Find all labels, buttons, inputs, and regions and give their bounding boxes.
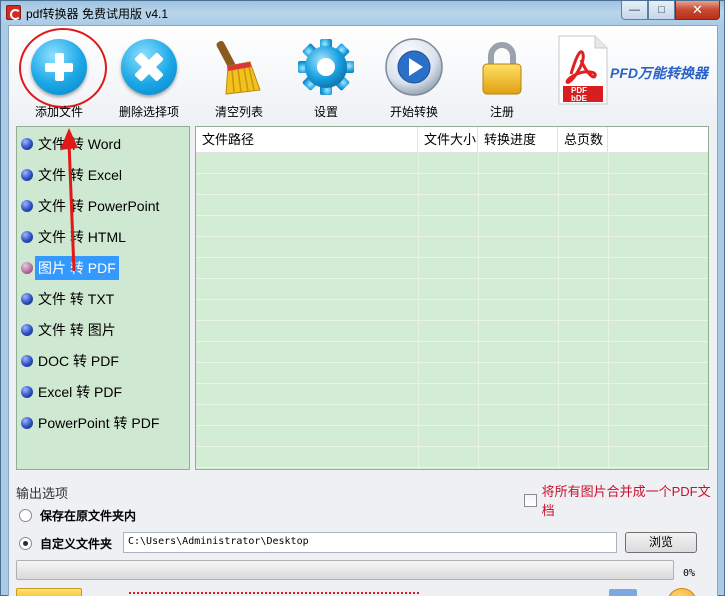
help-icon[interactable]: [667, 588, 697, 596]
bullet-icon: [21, 417, 33, 429]
app-icon: [6, 5, 21, 20]
brand-title: PFD万能转换器: [610, 65, 708, 81]
conversion-type-label: 文件 转 图片: [38, 322, 116, 338]
radio-custom-folder[interactable]: 自定义文件夹: [19, 535, 112, 552]
qq-contact-button[interactable]: [16, 588, 82, 596]
register-button[interactable]: 注册: [457, 36, 547, 122]
conversion-type-label: Excel 转 PDF: [38, 384, 123, 400]
bullet-icon: [21, 169, 33, 181]
output-path-field[interactable]: C:\Users\Administrator\Desktop: [123, 532, 617, 553]
settings-label: 设置: [313, 105, 338, 119]
conversion-type-item[interactable]: DOC 转 PDF: [21, 350, 119, 372]
bullet-icon: [21, 200, 33, 212]
start-convert-button[interactable]: 开始转换: [369, 36, 459, 122]
broom-icon: [208, 36, 270, 98]
conversion-type-item[interactable]: 文件 转 TXT: [21, 288, 114, 310]
toolbar: 添加文件 删除选择项 清空列表 设置 开始转换 注册 PDF bDE PFD万能…: [9, 26, 717, 122]
merge-checkbox-box[interactable]: [524, 493, 537, 507]
add-file-button[interactable]: 添加文件: [14, 28, 107, 122]
progress-percent: 0%: [683, 568, 696, 579]
minimize-button[interactable]: —: [621, 1, 648, 20]
start-convert-label: 开始转换: [389, 105, 438, 119]
bottom-blue-button[interactable]: [609, 589, 637, 596]
merge-images-label: 将所有图片合并成一个PDF文档: [541, 484, 711, 518]
column-header-path[interactable]: 文件路径: [196, 127, 418, 153]
gear-icon: [295, 36, 357, 98]
highlight-circle: [19, 28, 107, 108]
bullet-icon: [21, 324, 33, 336]
pdf-badge-text-2: bDE: [571, 94, 587, 103]
lock-icon: [471, 36, 533, 98]
merge-images-checkbox[interactable]: 将所有图片合并成一个PDF文档: [524, 481, 717, 519]
conversion-type-item[interactable]: PowerPoint 转 PDF: [21, 412, 159, 434]
maximize-button[interactable]: □: [648, 1, 675, 20]
bullet-icon: [21, 293, 33, 305]
app-window: pdf转换器 免费试用版 v4.1 — □ ✕ 添加文件 删除选择项 清空列表 …: [0, 0, 725, 596]
conversion-type-label: 文件 转 TXT: [38, 291, 115, 307]
add-icon: [19, 28, 107, 108]
table-header: 文件路径 文件大小 转换进度 总页数: [196, 127, 708, 153]
title-bar: pdf转换器 免费试用版 v4.1 — □ ✕: [1, 1, 724, 25]
file-table[interactable]: 文件路径 文件大小 转换进度 总页数: [195, 126, 709, 470]
column-header-progress[interactable]: 转换进度: [478, 127, 558, 153]
radio-custom-label: 自定义文件夹: [40, 537, 113, 551]
bullet-icon: [21, 231, 33, 243]
conversion-type-label: DOC 转 PDF: [38, 353, 119, 369]
radio-original-label: 保存在原文件夹内: [40, 509, 137, 523]
column-header-pages[interactable]: 总页数: [558, 127, 608, 153]
clear-list-label: 清空列表: [214, 105, 263, 119]
annotation-arrow-icon: [60, 128, 78, 272]
table-body: [196, 153, 708, 469]
conversion-type-list: 文件 转 Word 文件 转 Excel 文件 转 PowerPoint 文件 转 H…: [16, 126, 190, 470]
clear-list-button[interactable]: 清空列表: [194, 36, 284, 122]
conversion-progress-bar: [16, 560, 674, 580]
remove-icon: [118, 36, 180, 98]
bullet-icon: [21, 386, 33, 398]
remove-selected-label: 删除选择项: [118, 105, 179, 119]
settings-button[interactable]: 设置: [281, 36, 371, 122]
bottom-strip: [9, 586, 717, 596]
bullet-icon: [21, 355, 33, 367]
bullet-icon: [21, 138, 33, 150]
close-button[interactable]: ✕: [675, 1, 720, 20]
window-title: pdf转换器 免费试用版 v4.1: [26, 7, 169, 21]
radio-custom-indicator[interactable]: [19, 537, 32, 550]
output-options-title: 输出选项: [16, 486, 69, 501]
conversion-type-item[interactable]: 文件 转 PowerPoint: [21, 195, 159, 217]
browse-button[interactable]: 浏览: [625, 532, 697, 553]
radio-original-indicator[interactable]: [19, 509, 32, 522]
client-area: 添加文件 删除选择项 清空列表 设置 开始转换 注册 PDF bDE PFD万能…: [8, 25, 718, 596]
column-header-size[interactable]: 文件大小: [418, 127, 478, 153]
conversion-type-label: PowerPoint 转 PDF: [38, 415, 160, 431]
play-icon: [383, 36, 445, 98]
conversion-type-item[interactable]: Excel 转 PDF: [21, 381, 122, 403]
bullet-icon: [21, 262, 33, 274]
pdf-logo-icon: PDF bDE: [557, 34, 609, 106]
register-label: 注册: [489, 105, 514, 119]
caption-buttons: — □ ✕: [621, 1, 720, 20]
radio-original-folder[interactable]: 保存在原文件夹内: [19, 507, 136, 524]
conversion-type-item[interactable]: 文件 转 图片: [21, 319, 116, 341]
contact-info-line: [129, 592, 419, 595]
remove-selected-button[interactable]: 删除选择项: [104, 36, 194, 122]
